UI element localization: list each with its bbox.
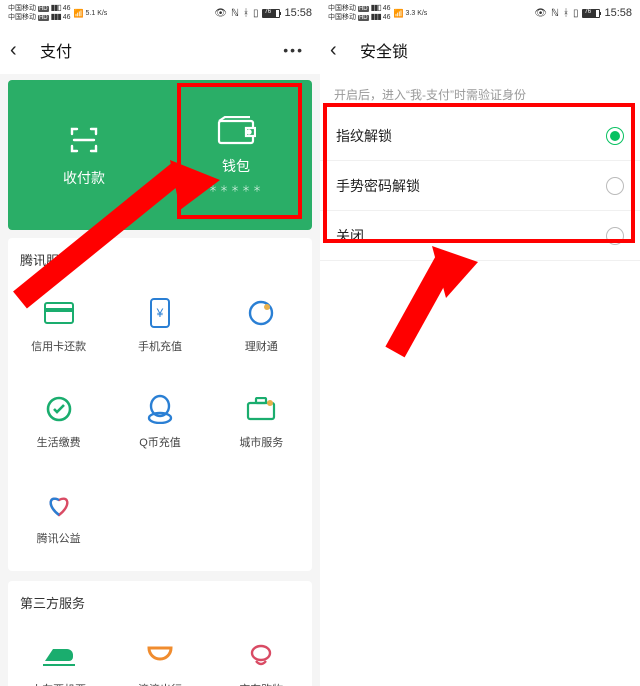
briefcase-icon bbox=[246, 392, 276, 426]
net-label: 46 bbox=[63, 5, 71, 12]
signal-bars-icon-2: ▮▮▮ bbox=[51, 12, 61, 21]
tencent-services-title: 腾讯服务 bbox=[8, 238, 312, 277]
speed-label: 5.1 K/s bbox=[86, 10, 108, 17]
service-charity[interactable]: 腾讯公益 bbox=[8, 469, 109, 565]
check-circle-icon bbox=[45, 392, 73, 426]
radio-selected-icon bbox=[606, 127, 624, 145]
vibrate-icon: ▯ bbox=[253, 8, 259, 19]
service-didi[interactable]: 滴滴出行 bbox=[109, 620, 210, 686]
carrier-label: 中国移动 bbox=[8, 5, 36, 12]
bt-icon: ᚼ bbox=[243, 8, 249, 19]
service-qcoin[interactable]: Q币充值 bbox=[109, 373, 210, 469]
jd-icon bbox=[246, 639, 276, 673]
speed-label: 3.3 K/s bbox=[406, 10, 428, 17]
nfc-icon: ℕ bbox=[231, 8, 239, 19]
hero-panel: 收付款 钱包 ＊＊＊＊＊ bbox=[8, 80, 312, 230]
qq-icon bbox=[147, 392, 173, 426]
coin-icon bbox=[247, 296, 275, 330]
page-title: 支付 bbox=[40, 38, 72, 62]
security-hint: 开启后，进入“我-支付”时需验证身份 bbox=[320, 74, 640, 111]
battery-icon: 76 bbox=[582, 9, 600, 18]
vibrate-icon: ▯ bbox=[573, 8, 579, 19]
eye-icon: 👁 bbox=[534, 8, 547, 19]
card-icon bbox=[44, 296, 74, 330]
service-phone-topup[interactable]: ¥ 手机充值 bbox=[109, 277, 210, 373]
nfc-icon: ℕ bbox=[551, 8, 559, 19]
train-icon bbox=[43, 639, 75, 673]
back-icon[interactable]: ‹ bbox=[10, 39, 34, 62]
heart-icon bbox=[44, 488, 74, 522]
service-credit-card[interactable]: 信用卡还款 bbox=[8, 277, 109, 373]
status-bar: 中国移动 HD ▮▮▯ 46 中国移动 HD ▮▮▮ 46 📶 5.1 K/s … bbox=[0, 0, 320, 26]
nav-bar: ‹ 支付 ••• bbox=[0, 26, 320, 74]
wallet-label: 钱包 bbox=[222, 156, 250, 176]
status-bar-right: 中国移动 HD ▮▮▯ 46 中国移动 HD ▮▮▮ 46 📶 3.3 K/s … bbox=[320, 0, 640, 26]
net-label-2: 46 bbox=[63, 14, 71, 21]
third-party-title: 第三方服务 bbox=[8, 581, 312, 620]
screen-payment: 中国移动 HD ▮▮▯ 46 中国移动 HD ▮▮▮ 46 📶 5.1 K/s … bbox=[0, 0, 320, 686]
service-train[interactable]: 火车票机票 bbox=[8, 620, 109, 686]
wifi-icon: 📶 bbox=[74, 9, 83, 18]
tencent-services-card: 腾讯服务 信用卡还款 ¥ 手机充值 理财通 生活缴费 bbox=[8, 238, 312, 571]
signal-bars-icon: ▮▮▯ bbox=[51, 3, 61, 12]
service-bills[interactable]: 生活缴费 bbox=[8, 373, 109, 469]
service-city[interactable]: 城市服务 bbox=[211, 373, 312, 469]
wallet-balance-mask: ＊＊＊＊＊ bbox=[208, 182, 263, 195]
lock-options-list: 指纹解锁 手势密码解锁 关闭 bbox=[320, 111, 640, 261]
back-icon[interactable]: ‹ bbox=[330, 39, 354, 62]
radio-icon bbox=[606, 177, 624, 195]
hd-badge: HD bbox=[38, 6, 49, 12]
hd-badge-2: HD bbox=[38, 15, 49, 21]
receive-pay-button[interactable]: 收付款 bbox=[8, 80, 160, 230]
screen-security-lock: 中国移动 HD ▮▮▯ 46 中国移动 HD ▮▮▮ 46 📶 3.3 K/s … bbox=[320, 0, 640, 686]
nav-bar-right: ‹ 安全锁 bbox=[320, 26, 640, 74]
wallet-button[interactable]: 钱包 ＊＊＊＊＊ bbox=[160, 80, 312, 230]
battery-icon: 76 bbox=[262, 9, 280, 18]
service-licaitong[interactable]: 理财通 bbox=[211, 277, 312, 373]
eye-icon: 👁 bbox=[214, 8, 227, 19]
option-fingerprint[interactable]: 指纹解锁 bbox=[320, 111, 640, 161]
receive-pay-label: 收付款 bbox=[63, 168, 105, 188]
svg-text:¥: ¥ bbox=[156, 306, 164, 320]
phone-yen-icon: ¥ bbox=[150, 296, 170, 330]
radio-icon bbox=[606, 227, 624, 245]
service-jd[interactable]: 京东购物 bbox=[211, 620, 312, 686]
option-off[interactable]: 关闭 bbox=[320, 211, 640, 261]
page-title: 安全锁 bbox=[360, 38, 408, 62]
didi-icon bbox=[145, 639, 175, 673]
clock-label: 15:58 bbox=[604, 7, 632, 19]
more-icon[interactable]: ••• bbox=[283, 42, 310, 58]
wifi-icon: 📶 bbox=[394, 9, 403, 18]
option-gesture[interactable]: 手势密码解锁 bbox=[320, 161, 640, 211]
carrier-label-2: 中国移动 bbox=[8, 14, 36, 21]
wallet-icon bbox=[216, 116, 256, 146]
clock-label: 15:58 bbox=[284, 7, 312, 19]
third-party-card: 第三方服务 火车票机票 滴滴出行 京东购物 bbox=[8, 581, 312, 686]
scan-icon bbox=[66, 122, 102, 158]
bt-icon: ᚼ bbox=[563, 8, 569, 19]
